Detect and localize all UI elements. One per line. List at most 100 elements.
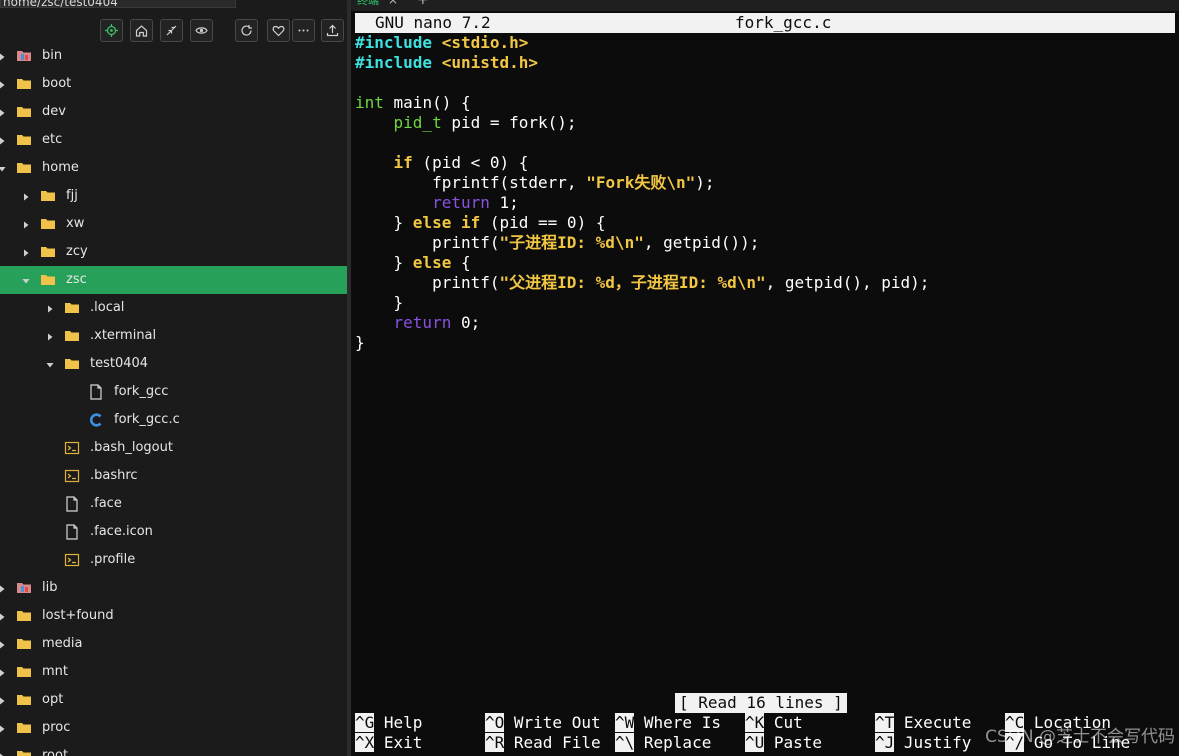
code-token: return	[393, 313, 452, 332]
chevron-right-icon[interactable]	[0, 51, 7, 61]
home-icon	[131, 24, 152, 37]
chevron-right-icon[interactable]	[0, 79, 7, 89]
chevron-right-icon[interactable]	[0, 723, 7, 733]
tree-item[interactable]: root	[0, 742, 347, 756]
chevron-right-icon[interactable]	[21, 247, 31, 257]
chevron-right-icon[interactable]	[0, 667, 7, 677]
code-line: #include <stdio.h>	[355, 33, 1175, 53]
tree-item[interactable]: proc	[0, 714, 347, 742]
code-token: (pid < 0) {	[412, 153, 529, 172]
tree-item[interactable]: .face.icon	[0, 518, 347, 546]
tree-item-label: .xterminal	[90, 328, 157, 343]
home-button[interactable]	[130, 19, 153, 42]
folder-icon	[64, 300, 80, 316]
tree-item[interactable]: .face	[0, 490, 347, 518]
upload-button[interactable]	[321, 19, 344, 42]
tree-item[interactable]: test0404	[0, 350, 347, 378]
chevron-right-icon[interactable]	[21, 219, 31, 229]
shortcut-label: Read File	[504, 733, 601, 752]
tree-item[interactable]: zsc	[0, 266, 347, 294]
chevron-down-icon[interactable]	[45, 359, 55, 369]
code-token: printf(	[355, 233, 500, 252]
shortcut-hint: ^G Help	[355, 713, 422, 733]
special-folder-icon	[16, 580, 32, 596]
close-tab-icon[interactable]: ×	[388, 0, 398, 7]
tree-item[interactable]: etc	[0, 126, 347, 154]
upload-icon	[322, 24, 343, 37]
chevron-right-icon[interactable]	[0, 107, 7, 117]
shortcut-key: ^G	[355, 713, 375, 732]
eye-button[interactable]	[190, 19, 213, 42]
heart-button[interactable]	[267, 19, 290, 42]
code-token: pid = fork();	[441, 113, 577, 132]
tree-item[interactable]: dev	[0, 98, 347, 126]
tree-item[interactable]: opt	[0, 686, 347, 714]
code-token: }	[355, 293, 404, 312]
more-button[interactable]	[292, 19, 315, 42]
code-token: return	[432, 193, 490, 212]
tree-item[interactable]: .local	[0, 294, 347, 322]
code-token: "父进程ID: %d，子进程ID: %d\n"	[499, 273, 766, 292]
code-token: #include	[355, 33, 442, 52]
tree-item-label: zsc	[66, 272, 87, 287]
tree-item-label: mnt	[42, 664, 68, 679]
tree-item[interactable]: media	[0, 630, 347, 658]
tree-item[interactable]: zcy	[0, 238, 347, 266]
code-line: printf("父进程ID: %d，子进程ID: %d\n", getpid()…	[355, 273, 1175, 293]
tree-item-label: etc	[42, 132, 63, 147]
folder-icon	[16, 608, 32, 624]
tree-item[interactable]: lost+found	[0, 602, 347, 630]
refresh-button[interactable]	[235, 19, 258, 42]
chevron-right-icon[interactable]	[45, 331, 55, 341]
folder-icon	[16, 692, 32, 708]
code-editor[interactable]: #include <stdio.h> #include <unistd.h> int…	[355, 33, 1175, 353]
path-breadcrumb: home/zsc/test0404	[0, 0, 236, 8]
tree-item[interactable]: fjj	[0, 182, 347, 210]
tree-item[interactable]: home	[0, 154, 347, 182]
chevron-right-icon[interactable]	[0, 135, 7, 145]
tree-item-label: opt	[42, 692, 64, 707]
tree-item[interactable]: lib	[0, 574, 347, 602]
tree-item[interactable]: fork_gcc	[0, 378, 347, 406]
tree-item[interactable]: bin	[0, 42, 347, 70]
chevron-right-icon[interactable]	[0, 611, 7, 621]
shortcut-label: Paste	[764, 733, 823, 752]
file-icon	[88, 384, 104, 400]
script-icon	[64, 552, 80, 568]
chevron-down-icon[interactable]	[0, 163, 7, 173]
chevron-right-icon[interactable]	[45, 303, 55, 313]
chevron-right-icon[interactable]	[21, 191, 31, 201]
tree-item[interactable]: .bash_logout	[0, 434, 347, 462]
tree-item[interactable]: xw	[0, 210, 347, 238]
tree-item[interactable]: mnt	[0, 658, 347, 686]
code-line: }	[355, 293, 1175, 313]
tree-item[interactable]: .xterminal	[0, 322, 347, 350]
chevron-right-icon[interactable]	[0, 639, 7, 649]
shortcut-key: ^T	[875, 713, 895, 732]
tree-item[interactable]: .bashrc	[0, 462, 347, 490]
shortcut-hint: ^W Where Is	[615, 713, 721, 733]
add-tab-icon[interactable]: +	[417, 0, 429, 8]
tree-item-label: bin	[42, 48, 63, 63]
terminal-pane[interactable]: 终端 × + GNU nano 7.2 fork_gcc.c #include …	[351, 0, 1179, 756]
code-token: "子进程ID: %d\n"	[499, 233, 644, 252]
chevron-right-icon[interactable]	[0, 751, 7, 756]
tree-item[interactable]: boot	[0, 70, 347, 98]
locate-button[interactable]	[100, 19, 123, 42]
folder-icon	[40, 188, 56, 204]
terminal-tab[interactable]: 终端	[357, 0, 379, 8]
folder-icon	[16, 76, 32, 92]
tree-item-label: fjj	[66, 188, 78, 203]
chevron-right-icon[interactable]	[0, 583, 7, 593]
chevron-down-icon[interactable]	[21, 275, 31, 285]
collapse-button[interactable]	[160, 19, 183, 42]
locate-icon	[101, 24, 122, 37]
code-token: }	[355, 253, 413, 272]
code-line: int main() {	[355, 93, 1175, 113]
chevron-right-icon[interactable]	[0, 695, 7, 705]
tree-item[interactable]: .profile	[0, 546, 347, 574]
tree-item[interactable]: fork_gcc.c	[0, 406, 347, 434]
